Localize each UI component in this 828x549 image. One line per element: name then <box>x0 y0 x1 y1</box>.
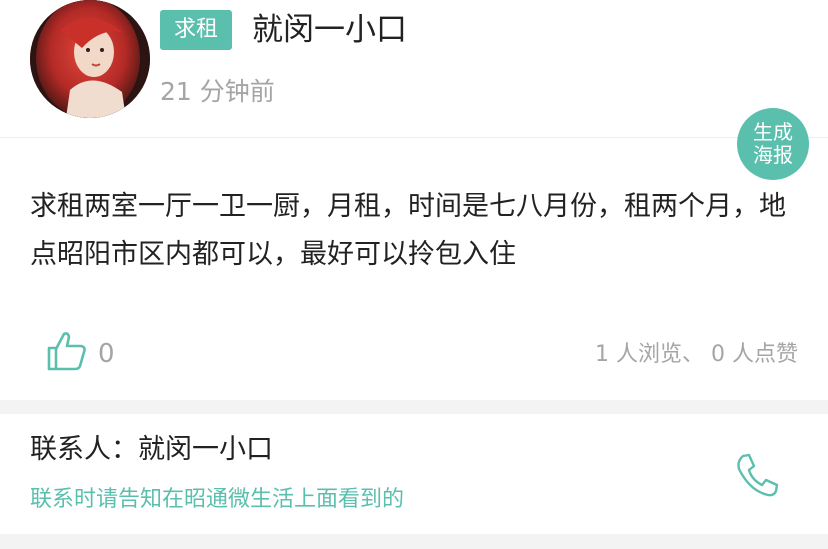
poster-button-line2: 海报 <box>753 143 793 167</box>
category-tag: 求租 <box>160 10 232 50</box>
post-detail-page: 求租 就闵一小口 21 分钟前 生成 海报 求租两室一厅一卫一厨，月租，时间是七… <box>0 0 828 549</box>
post-header: 求租 就闵一小口 21 分钟前 <box>0 0 828 137</box>
phone-icon[interactable] <box>734 452 780 498</box>
section-gap <box>0 400 828 414</box>
thumbs-up-icon[interactable] <box>46 330 88 372</box>
author-name[interactable]: 就闵一小口 <box>252 8 407 52</box>
post-time: 21 分钟前 <box>160 77 275 106</box>
header-divider <box>0 137 828 138</box>
post-content: 求租两室一厅一卫一厨，月租，时间是七八月份，租两个月，地点昭阳市区内都可以，最好… <box>30 191 786 270</box>
view-like-stats: 1 人浏览、 0 人点赞 <box>595 342 798 367</box>
contact-tip: 联系时请告知在昭通微生活上面看到的 <box>30 487 405 512</box>
bottom-gap <box>0 534 828 549</box>
poster-button-line1: 生成 <box>753 120 793 144</box>
like-count: 0 <box>98 339 115 369</box>
avatar-image <box>30 0 150 118</box>
generate-poster-button[interactable]: 生成 海报 <box>737 108 809 180</box>
avatar[interactable] <box>30 0 150 118</box>
contact-person: 联系人：就闵一小口 <box>30 434 273 465</box>
